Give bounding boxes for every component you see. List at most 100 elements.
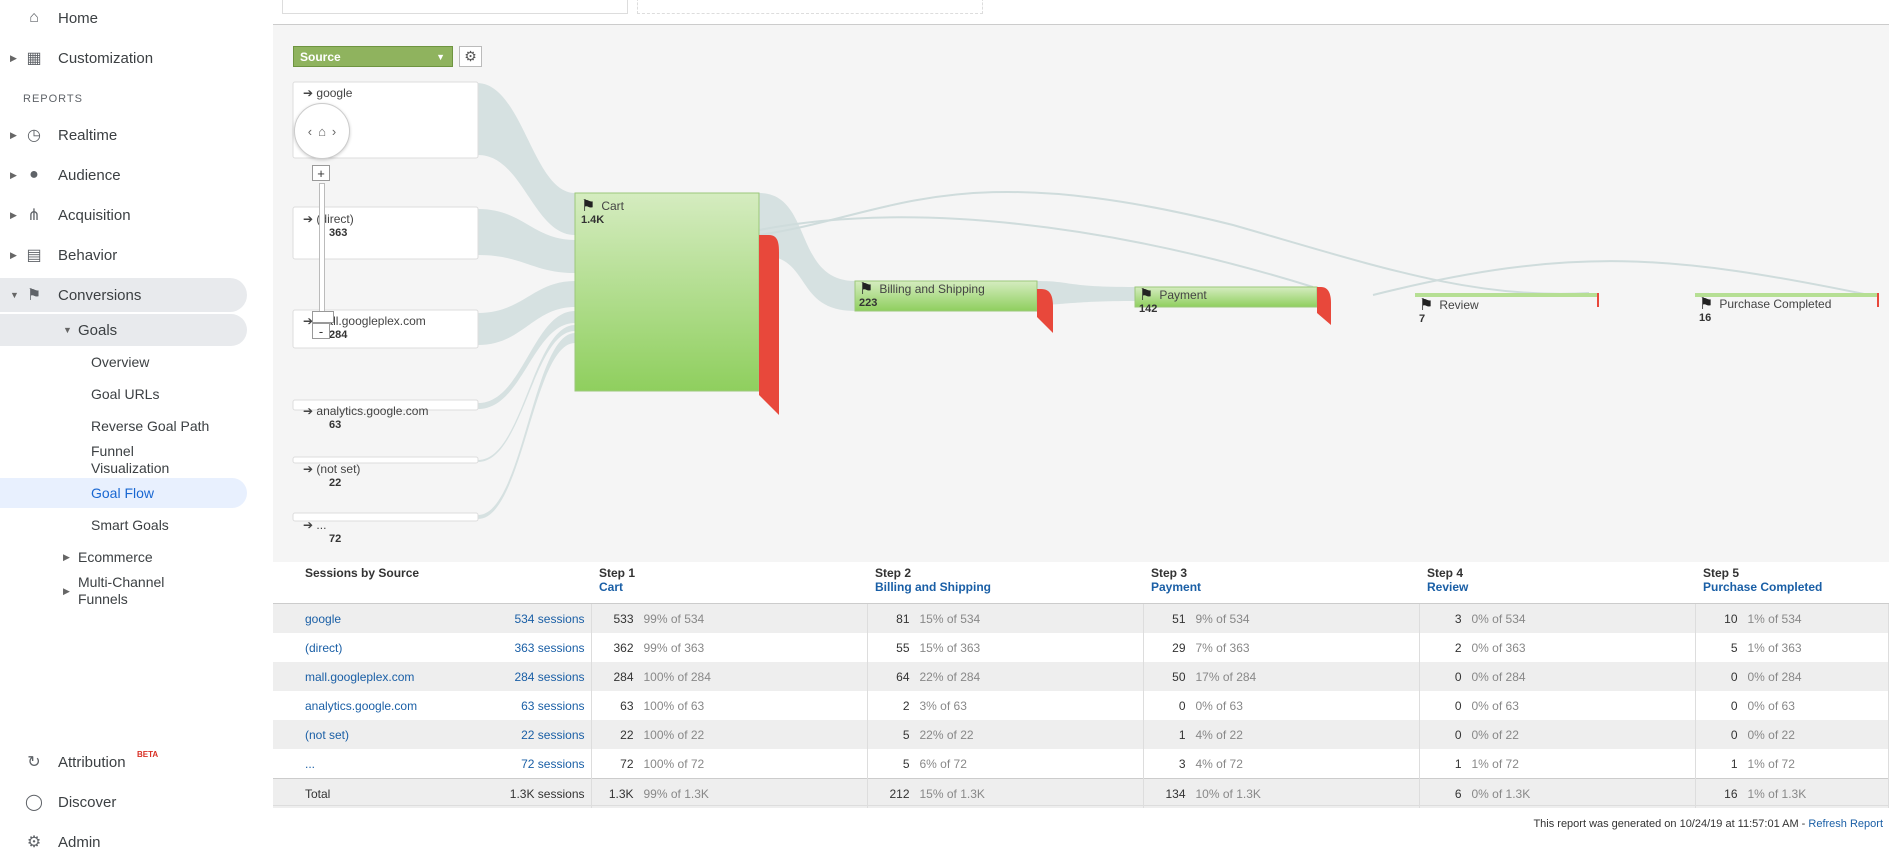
refresh-report-link[interactable]: Refresh Report: [1808, 818, 1883, 830]
flag-icon: ⚑: [1419, 297, 1434, 314]
nav-conversions[interactable]: ▼ ⚑ Conversions: [0, 278, 247, 312]
goal-overview-link[interactable]: Overview: [91, 354, 149, 370]
dashboard-icon: ▦: [26, 50, 42, 67]
step-percent: 7% of 363: [1195, 640, 1250, 655]
zoom-out-button[interactable]: -: [312, 323, 330, 339]
sessions-count[interactable]: 22 sessions: [521, 728, 584, 742]
step-percent: 99% of 363: [643, 640, 705, 655]
step-count: 212: [889, 786, 910, 801]
step-count: 51: [1172, 611, 1186, 626]
reports-section-label: REPORTS: [23, 93, 83, 105]
source-cell: google 534 sessions: [273, 603, 592, 633]
step2-header: Step 2 Billing and Shipping: [867, 562, 1143, 604]
smart-goals-link[interactable]: Smart Goals: [91, 517, 169, 533]
settings-gear-icon[interactable]: ⚙: [459, 46, 482, 67]
nav-goals[interactable]: ▼ Goals: [0, 314, 247, 346]
purchase-dropoff[interactable]: [1877, 293, 1879, 307]
source-link[interactable]: (direct): [305, 641, 342, 655]
sessions-count[interactable]: 284 sessions: [514, 670, 584, 684]
step-percent: 0% of 63: [1747, 698, 1795, 713]
arrow-icon: ➔: [303, 404, 314, 418]
source-label-other: ➔ ... 72: [303, 519, 341, 546]
total-label: Total: [305, 786, 331, 801]
source-label-google: ➔ google: [303, 87, 352, 100]
step-percent: 17% of 284: [1195, 669, 1257, 684]
pan-control[interactable]: ‹ ⌂ ›: [294, 103, 350, 159]
step-count: 0: [1730, 727, 1738, 742]
step-label-billing: ⚑ Billing and Shipping 223: [859, 282, 985, 310]
step-percent: 0% of 22: [1471, 727, 1519, 742]
source-cell: Total 1.3K sessions: [273, 778, 592, 808]
step4-header: Step 4 Review: [1419, 562, 1695, 604]
step-cell: 5 6% of 72: [867, 749, 1144, 779]
reverse-goal-path-link[interactable]: Reverse Goal Path: [91, 418, 209, 434]
step-count: 64: [896, 669, 910, 684]
funnel-visualization-link[interactable]: Funnel Visualization: [91, 443, 201, 477]
sessions-count[interactable]: 63 sessions: [521, 699, 584, 713]
arrow-icon: ➔: [303, 518, 314, 532]
step-count: 0: [1730, 669, 1738, 684]
billing-dropoff[interactable]: [1037, 289, 1053, 333]
generated-text: This report was generated on 10/24/19 at…: [1533, 818, 1809, 830]
step-percent: 0% of 1.3K: [1471, 786, 1531, 801]
clock-icon: ◷: [27, 127, 41, 144]
source-name: analytics.google.com: [316, 404, 429, 418]
step-name: Review: [1439, 298, 1479, 312]
caret-right-icon: ▶: [10, 209, 17, 220]
goal-flow-visualization: Source ▼ ⚙ ➔ google ➔ (direct) 363 ➔ mal…: [273, 24, 1889, 563]
step-percent: 100% of 72: [643, 756, 705, 771]
step-name: Review: [1427, 580, 1469, 594]
sessions-count[interactable]: 534 sessions: [514, 612, 584, 626]
step-percent: 0% of 22: [1747, 727, 1795, 742]
zoom-slider-track[interactable]: [319, 183, 325, 315]
step-cell: 2 3% of 63: [867, 691, 1144, 720]
caret-right-icon: ▶: [10, 249, 17, 260]
zoom-slider-handle[interactable]: [312, 311, 334, 323]
step-count: 1: [1730, 756, 1738, 771]
chevron-left-icon[interactable]: ‹: [308, 124, 312, 139]
source-label-notset: ➔ (not set) 22: [303, 463, 360, 490]
goal-flow-link[interactable]: Goal Flow: [0, 478, 247, 508]
goal-urls-link[interactable]: Goal URLs: [91, 386, 159, 402]
sessions-count[interactable]: 72 sessions: [521, 757, 584, 771]
source-link[interactable]: mall.googleplex.com: [305, 670, 414, 684]
segment-box[interactable]: [637, 0, 983, 14]
chevron-right-icon[interactable]: ›: [332, 124, 336, 139]
caret-down-icon: ▼: [63, 325, 72, 335]
step-node-review[interactable]: [1415, 293, 1597, 297]
lightbulb-icon: ◯: [25, 794, 43, 811]
acquisition-icon: ⋔: [27, 207, 41, 224]
step-cell: 81 15% of 534: [867, 603, 1144, 633]
step-percent: 99% of 534: [643, 611, 705, 626]
step-count: 3: [1454, 611, 1462, 626]
source-name: (not set): [316, 462, 361, 476]
step-percent: 1% of 363: [1747, 640, 1802, 655]
step-label-payment: ⚑ Payment 142: [1139, 288, 1207, 316]
review-dropoff[interactable]: [1597, 293, 1599, 307]
sessions-count[interactable]: 363 sessions: [514, 641, 584, 655]
source-link[interactable]: ...: [305, 757, 315, 771]
step-count: 362: [613, 640, 634, 655]
home-icon[interactable]: ⌂: [318, 124, 326, 139]
step-cell: 72 100% of 72: [591, 749, 868, 779]
arrow-icon: ➔: [303, 212, 314, 226]
source-link[interactable]: google: [305, 612, 341, 626]
zoom-in-button[interactable]: +: [312, 165, 330, 181]
source-link[interactable]: analytics.google.com: [305, 699, 417, 713]
source-link[interactable]: (not set): [305, 728, 349, 742]
payment-dropoff[interactable]: [1317, 287, 1331, 325]
source-value: 63: [329, 419, 342, 431]
caret-right-icon: ▶: [63, 585, 70, 596]
date-range-box[interactable]: [282, 0, 628, 14]
dimension-dropdown[interactable]: Source ▼: [293, 46, 453, 67]
step-percent: 15% of 1.3K: [919, 786, 985, 801]
step-count: 10: [1724, 611, 1738, 626]
step-value: 16: [1699, 312, 1712, 324]
step-value: 1.4K: [581, 214, 605, 226]
beta-badge: BETA: [137, 750, 159, 759]
step-cell: 1 1% of 72: [1419, 749, 1696, 779]
source-value: 72: [329, 533, 342, 545]
step-name: Cart: [601, 199, 625, 213]
cart-dropoff[interactable]: [759, 235, 779, 415]
source-label-analytics: ➔ analytics.google.com 63: [303, 405, 428, 432]
